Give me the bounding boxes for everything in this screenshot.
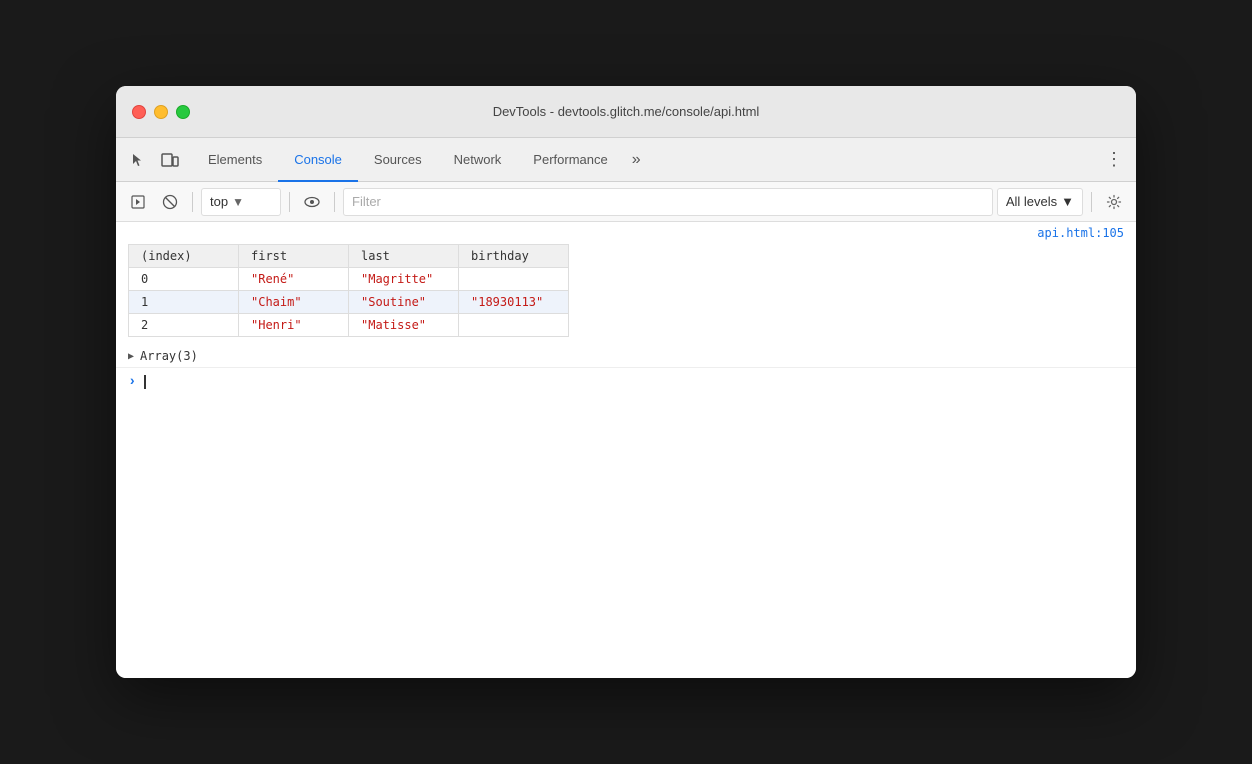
cell-birthday: "18930113" bbox=[459, 291, 569, 314]
table-header-row: (index) first last birthday bbox=[129, 245, 569, 268]
cell-index: 0 bbox=[129, 268, 239, 291]
array-toggle[interactable]: ▶ Array(3) bbox=[116, 345, 1136, 367]
minimize-button[interactable] bbox=[154, 105, 168, 119]
separator-1 bbox=[192, 192, 193, 212]
cursor-icon[interactable] bbox=[124, 146, 152, 174]
cell-birthday bbox=[459, 314, 569, 337]
table-row: 0"René""Magritte" bbox=[129, 268, 569, 291]
device-toggle-icon[interactable] bbox=[156, 146, 184, 174]
table-body: 0"René""Magritte"1"Chaim""Soutine""18930… bbox=[129, 268, 569, 337]
separator-3 bbox=[334, 192, 335, 212]
console-prompt-icon: › bbox=[128, 374, 136, 390]
cell-last: "Magritte" bbox=[349, 268, 459, 291]
console-toolbar: top ▼ All levels ▼ bbox=[116, 182, 1136, 222]
context-selector[interactable]: top ▼ bbox=[201, 188, 281, 216]
devtools-body: Elements Console Sources Network Perform… bbox=[116, 138, 1136, 678]
tab-menu-icon[interactable]: ⋮ bbox=[1100, 146, 1128, 174]
context-arrow-icon: ▼ bbox=[232, 195, 244, 209]
console-cursor bbox=[144, 375, 146, 389]
titlebar: DevTools - devtools.glitch.me/console/ap… bbox=[116, 86, 1136, 138]
console-input-row: › bbox=[116, 367, 1136, 396]
tab-network[interactable]: Network bbox=[438, 138, 518, 182]
col-first: first bbox=[239, 245, 349, 268]
traffic-lights bbox=[132, 105, 190, 119]
clear-console-button[interactable] bbox=[156, 188, 184, 216]
tabbar-icons bbox=[124, 146, 184, 174]
cell-last: "Soutine" bbox=[349, 291, 459, 314]
tab-more[interactable]: » bbox=[624, 138, 649, 181]
settings-button[interactable] bbox=[1100, 188, 1128, 216]
tab-elements[interactable]: Elements bbox=[192, 138, 278, 182]
separator-2 bbox=[289, 192, 290, 212]
console-table-wrapper: (index) first last birthday 0"René""Magr… bbox=[116, 244, 1136, 345]
toggle-drawer-button[interactable] bbox=[124, 188, 152, 216]
devtools-window: DevTools - devtools.glitch.me/console/ap… bbox=[116, 86, 1136, 678]
tab-sources[interactable]: Sources bbox=[358, 138, 438, 182]
maximize-button[interactable] bbox=[176, 105, 190, 119]
source-link[interactable]: api.html:105 bbox=[116, 222, 1136, 244]
table-row: 2"Henri""Matisse" bbox=[129, 314, 569, 337]
cell-first: "Chaim" bbox=[239, 291, 349, 314]
col-last: last bbox=[349, 245, 459, 268]
tab-console[interactable]: Console bbox=[278, 138, 358, 182]
tab-performance[interactable]: Performance bbox=[517, 138, 623, 182]
cell-first: "Henri" bbox=[239, 314, 349, 337]
tabbar: Elements Console Sources Network Perform… bbox=[116, 138, 1136, 182]
cell-index: 1 bbox=[129, 291, 239, 314]
console-table: (index) first last birthday 0"René""Magr… bbox=[128, 244, 569, 337]
tabs: Elements Console Sources Network Perform… bbox=[192, 138, 1100, 181]
window-title: DevTools - devtools.glitch.me/console/ap… bbox=[493, 104, 760, 119]
cell-birthday bbox=[459, 268, 569, 291]
eye-icon[interactable] bbox=[298, 188, 326, 216]
levels-button[interactable]: All levels ▼ bbox=[997, 188, 1083, 216]
separator-4 bbox=[1091, 192, 1092, 212]
cell-index: 2 bbox=[129, 314, 239, 337]
console-output: api.html:105 (index) first last birthday… bbox=[116, 222, 1136, 678]
filter-input[interactable] bbox=[343, 188, 993, 216]
cell-first: "René" bbox=[239, 268, 349, 291]
col-birthday: birthday bbox=[459, 245, 569, 268]
table-row: 1"Chaim""Soutine""18930113" bbox=[129, 291, 569, 314]
cell-last: "Matisse" bbox=[349, 314, 459, 337]
array-toggle-arrow-icon: ▶ bbox=[128, 351, 134, 362]
col-index: (index) bbox=[129, 245, 239, 268]
close-button[interactable] bbox=[132, 105, 146, 119]
